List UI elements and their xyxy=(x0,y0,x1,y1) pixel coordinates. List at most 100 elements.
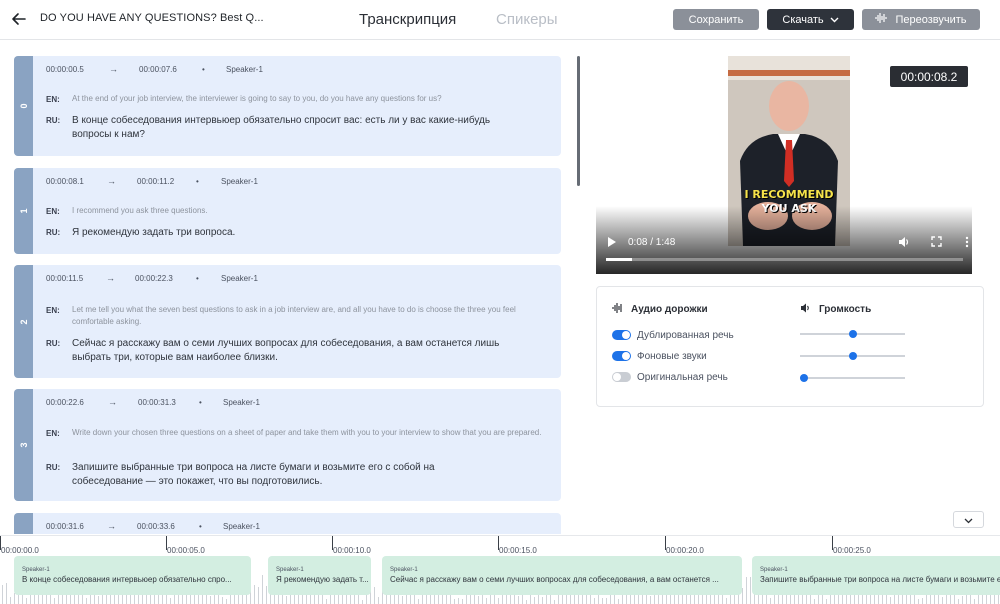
waveform-bar xyxy=(254,585,255,604)
clip-text: В конце собеседования интервьюер обязате… xyxy=(22,575,232,584)
original-speech-volume-slider[interactable] xyxy=(800,374,905,382)
segment-index: 1 xyxy=(14,168,33,254)
segment-speaker[interactable]: Speaker-1 xyxy=(223,398,260,407)
volume-icon[interactable] xyxy=(898,236,910,251)
en-label: EN: xyxy=(46,95,60,104)
segment-speaker[interactable]: Speaker-1 xyxy=(221,177,258,186)
original-speech-toggle[interactable] xyxy=(612,372,631,382)
more-options-icon[interactable] xyxy=(965,236,969,251)
segment-end-time[interactable]: 00:00:31.3 xyxy=(138,398,176,407)
waveform-bar xyxy=(770,598,771,604)
transcript-segment[interactable]: 1 00:00:08.1 → 00:00:11.2 • Speaker-1 EN… xyxy=(14,168,561,254)
tab-transcription[interactable]: Транскрипция xyxy=(359,11,456,28)
segment-source-text[interactable]: At the end of your job interview, the in… xyxy=(72,93,552,105)
ru-label: RU: xyxy=(46,116,61,125)
segment-source-text[interactable]: Write down your chosen three questions o… xyxy=(72,427,547,439)
redub-button[interactable]: Переозвучить xyxy=(862,9,980,30)
separator-dot: • xyxy=(196,177,199,186)
segment-speaker[interactable]: Speaker-1 xyxy=(226,65,263,74)
waveform-bar xyxy=(606,598,607,604)
segment-start-time[interactable]: 00:00:22.6 xyxy=(46,398,84,407)
track-label: Дублированная речь xyxy=(637,329,734,341)
video-progress-track[interactable] xyxy=(606,258,963,261)
segment-start-time[interactable]: 00:00:11.5 xyxy=(46,274,83,283)
track-background-sounds: Фоновые звуки xyxy=(612,349,707,363)
download-button-label: Скачать xyxy=(782,13,824,26)
background-sounds-volume-slider[interactable] xyxy=(800,352,905,360)
waveform-bar xyxy=(650,596,651,604)
waveform-bar xyxy=(802,594,803,604)
track-dubbed-speech: Дублированная речь xyxy=(612,328,734,342)
waveform-bar xyxy=(326,599,327,604)
video-caption-line1: I RECOMMEND xyxy=(744,188,834,201)
segment-end-time[interactable]: 00:00:11.2 xyxy=(137,177,174,186)
waveform-bar xyxy=(454,599,455,604)
timeline[interactable]: 00:00:00.0 00:00:05.0 00:00:10.0 00:00:1… xyxy=(0,535,1000,604)
segment-index-label: 3 xyxy=(18,442,29,448)
background-sounds-toggle[interactable] xyxy=(612,351,631,361)
waveform-bar xyxy=(826,599,827,604)
segment-start-time[interactable]: 00:00:00.5 xyxy=(46,65,84,74)
waveform-bar xyxy=(450,595,451,604)
save-button[interactable]: Сохранить xyxy=(673,9,759,30)
arrow-right-icon: → xyxy=(109,64,118,74)
segment-source-text[interactable]: Let me tell you what the seven best ques… xyxy=(72,304,547,328)
timeline-clip[interactable]: Speaker-1 Запишите выбранные три вопроса… xyxy=(752,556,1000,595)
waveform-bar xyxy=(518,596,519,604)
volume-title: Громкость xyxy=(819,304,872,315)
download-button[interactable]: Скачать xyxy=(767,9,854,30)
segment-source-text[interactable]: I recommend you ask three questions. xyxy=(72,205,552,217)
video-time-display: 0:08 / 1:48 xyxy=(628,237,676,248)
dubbed-speech-volume-slider[interactable] xyxy=(800,330,905,338)
back-arrow-icon[interactable] xyxy=(10,9,28,29)
transcript-segment[interactable]: 0 00:00:00.5 → 00:00:07.6 • Speaker-1 EN… xyxy=(14,56,561,156)
timeline-clip[interactable]: Speaker-1 Сейчас я расскажу вам о семи л… xyxy=(382,556,742,595)
segment-speaker[interactable]: Speaker-1 xyxy=(223,522,260,531)
waveform-bar xyxy=(870,595,871,604)
waveform-bar xyxy=(70,595,71,604)
segment-translation-text[interactable]: В конце собеседования интервьюер обязате… xyxy=(72,114,492,142)
segment-end-time[interactable]: 00:00:22.3 xyxy=(135,274,173,283)
fullscreen-icon[interactable] xyxy=(931,236,942,250)
waveform-bar xyxy=(54,598,55,604)
segment-end-time[interactable]: 00:00:33.6 xyxy=(137,522,175,531)
play-icon[interactable] xyxy=(607,236,617,251)
segment-speaker[interactable]: Speaker-1 xyxy=(221,274,258,283)
segment-start-time[interactable]: 00:00:31.6 xyxy=(46,522,84,531)
timeline-clip[interactable]: Speaker-1 В конце собеседования интервью… xyxy=(14,556,251,595)
volume-heading: Громкость xyxy=(800,303,871,316)
audio-tracks-heading: Аудио дорожки xyxy=(612,303,708,316)
waveform-bar xyxy=(958,599,959,604)
dubbed-speech-toggle[interactable] xyxy=(612,330,631,340)
en-label: EN: xyxy=(46,207,60,216)
segment-translation-text[interactable]: Сейчас я расскажу вам о семи лучших вопр… xyxy=(72,337,502,365)
transcript-segment[interactable]: 2 00:00:11.5 → 00:00:22.3 • Speaker-1 EN… xyxy=(14,265,561,378)
waveform-bar xyxy=(746,577,747,604)
waveform-bar xyxy=(542,597,543,604)
current-timecode: 00:00:08.2 xyxy=(890,66,968,87)
waveform-bar xyxy=(890,597,891,604)
segment-start-time[interactable]: 00:00:08.1 xyxy=(46,177,84,186)
arrow-right-icon: → xyxy=(107,176,116,186)
waveform-bar xyxy=(498,598,499,604)
waveform-bar xyxy=(266,586,267,604)
segment-index-label: 2 xyxy=(18,318,29,325)
transcript-segment[interactable]: 00:00:31.6 → 00:00:33.6 • Speaker-1 xyxy=(14,513,561,534)
segment-index: 3 xyxy=(14,389,33,501)
waveform-bar xyxy=(594,598,595,604)
transcript-list[interactable]: 0 00:00:00.5 → 00:00:07.6 • Speaker-1 EN… xyxy=(0,41,577,534)
segment-index-label: 1 xyxy=(18,208,29,214)
segment-translation-text[interactable]: Я рекомендую задать три вопроса. xyxy=(72,226,492,240)
timeline-clip[interactable]: Speaker-1 Я рекомендую задать т... xyxy=(268,556,371,595)
waveform-bar xyxy=(378,597,379,604)
transcript-segment[interactable]: 3 00:00:22.6 → 00:00:31.3 • Speaker-1 EN… xyxy=(14,389,561,501)
segment-end-time[interactable]: 00:00:07.6 xyxy=(139,65,177,74)
arrow-right-icon: → xyxy=(106,273,115,283)
app-header: DO YOU HAVE ANY QUESTIONS? Best Q... Тра… xyxy=(0,0,1000,40)
transcript-scrollbar[interactable] xyxy=(577,56,580,186)
timeline-tick-label: 00:00:15.0 xyxy=(499,546,537,555)
tab-speakers[interactable]: Спикеры xyxy=(496,11,558,28)
clip-speaker: Speaker-1 xyxy=(22,567,50,573)
collapse-timeline-button[interactable] xyxy=(953,511,984,528)
segment-translation-text[interactable]: Запишите выбранные три вопроса на листе … xyxy=(72,461,472,489)
